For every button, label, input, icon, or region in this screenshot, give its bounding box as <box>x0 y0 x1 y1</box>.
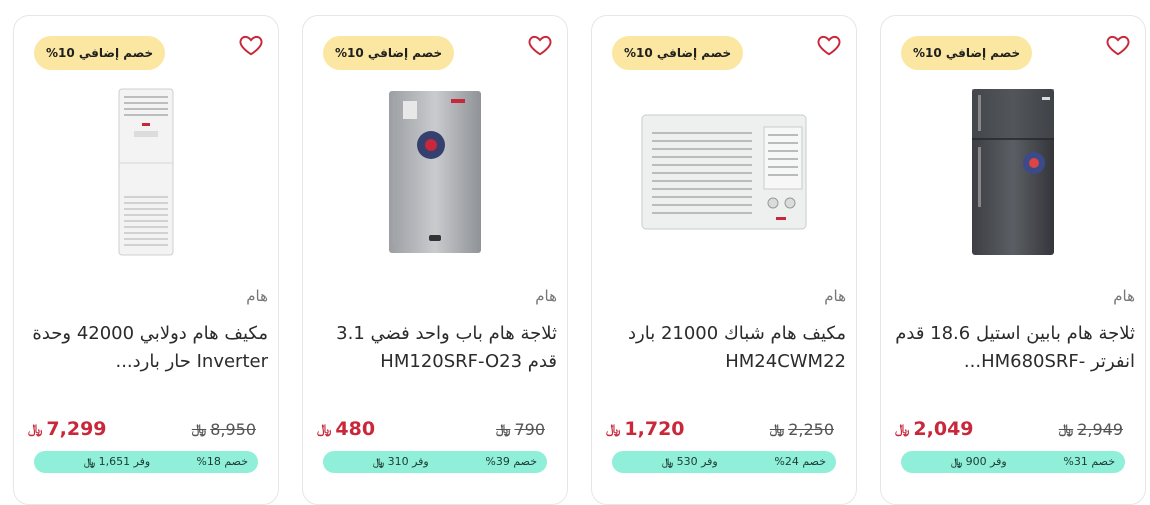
save-amount: وفر 1,651 ﷼ <box>84 451 150 474</box>
savings-bar: خصم 39% وفر 310 ﷼ <box>323 451 547 473</box>
riyal-icon: ﷼ <box>84 457 96 468</box>
extra-discount-badge: خصم إضافي 10% <box>612 36 744 70</box>
extra-discount-badge: خصم إضافي 10% <box>323 36 455 70</box>
current-price: ﷼ 2,049 <box>895 418 974 440</box>
product-image[interactable] <box>14 82 278 262</box>
riyal-icon: ﷼ <box>191 422 207 437</box>
product-card[interactable]: خصم إضافي 10% هام ثلاجة هام بابين استيل … <box>880 15 1146 505</box>
savings-bar: خصم 24% وفر 530 ﷼ <box>612 451 836 473</box>
floor-ac-image <box>118 88 174 256</box>
current-price-value: 7,299 <box>46 418 107 440</box>
riyal-icon: ﷼ <box>28 421 43 437</box>
riyal-icon: ﷼ <box>951 457 963 468</box>
savings-bar: خصم 31% وفر 900 ﷼ <box>901 451 1125 473</box>
extra-discount-badge: خصم إضافي 10% <box>34 36 166 70</box>
brand-name: هام <box>246 287 268 305</box>
save-amount: وفر 310 ﷼ <box>373 451 429 474</box>
wishlist-heart-icon[interactable] <box>238 32 264 58</box>
wishlist-heart-icon[interactable] <box>1105 32 1131 58</box>
old-price-value: 790 <box>514 420 545 439</box>
product-grid: خصم إضافي 10% هام ثلاجة هام بابين استيل … <box>0 0 1150 505</box>
brand-name: هام <box>535 287 557 305</box>
product-image[interactable] <box>592 82 856 262</box>
fridge-double-door-image <box>972 89 1054 255</box>
product-image[interactable] <box>303 82 567 262</box>
old-price-value: 2,949 <box>1077 420 1123 439</box>
current-price: ﷼ 1,720 <box>606 418 685 440</box>
brand-name: هام <box>824 287 846 305</box>
save-value: 310 <box>387 455 409 468</box>
old-price-value: 8,950 <box>210 420 256 439</box>
product-title[interactable]: مكيف هام شباك 21000 بارد HM24CWM22 <box>602 320 846 376</box>
current-price: ﷼ 480 <box>317 418 375 440</box>
product-card[interactable]: خصم إضافي 10% <box>13 15 279 505</box>
old-price: ﷼ 8,950 <box>192 420 256 439</box>
discount-percent: خصم 39% <box>485 455 537 468</box>
riyal-icon: ﷼ <box>496 422 511 437</box>
old-price-value: 2,250 <box>788 420 834 439</box>
wishlist-heart-icon[interactable] <box>816 32 842 58</box>
window-ac-image <box>641 114 807 230</box>
brand-name: هام <box>1113 287 1135 305</box>
discount-percent: خصم 24% <box>774 455 826 468</box>
riyal-icon: ﷼ <box>769 422 785 437</box>
old-price: ﷼ 2,949 <box>1059 420 1123 439</box>
save-value: 1,651 <box>98 455 131 468</box>
riyal-icon: ﷼ <box>1058 422 1074 437</box>
riyal-icon: ﷼ <box>662 457 674 468</box>
product-image[interactable] <box>881 82 1145 262</box>
save-label: وفر <box>990 455 1007 468</box>
riyal-icon: ﷼ <box>606 421 621 437</box>
wishlist-heart-icon[interactable] <box>527 32 553 58</box>
savings-bar: خصم 18% وفر 1,651 ﷼ <box>34 451 258 473</box>
product-title[interactable]: مكيف هام دولابي 42000 وحدة Inverter حار … <box>24 320 268 376</box>
save-value: 530 <box>676 455 698 468</box>
discount-percent: خصم 18% <box>196 455 248 468</box>
extra-discount-badge: خصم إضافي 10% <box>901 36 1033 70</box>
product-title[interactable]: ثلاجة هام بابين استيل 18.6 قدم انفرتر -H… <box>891 320 1135 376</box>
riyal-icon: ﷼ <box>317 421 332 437</box>
save-label: وفر <box>412 455 429 468</box>
riyal-icon: ﷼ <box>895 421 910 437</box>
current-price-value: 1,720 <box>624 418 685 440</box>
save-amount: وفر 530 ﷼ <box>662 451 718 474</box>
current-price: ﷼ 7,299 <box>28 418 107 440</box>
save-label: وفر <box>701 455 718 468</box>
save-label: وفر <box>133 455 151 468</box>
current-price-value: 480 <box>335 418 376 440</box>
product-title[interactable]: ثلاجة هام باب واحد فضي 3.1 قدم HM120SRF-… <box>313 320 557 376</box>
riyal-icon: ﷼ <box>373 457 385 468</box>
product-card[interactable]: خصم إضافي 10% <box>591 15 857 505</box>
old-price: ﷼ 790 <box>496 420 545 439</box>
save-value: 900 <box>965 455 987 468</box>
discount-percent: خصم 31% <box>1063 455 1115 468</box>
save-amount: وفر 900 ﷼ <box>951 451 1007 474</box>
current-price-value: 2,049 <box>913 418 974 440</box>
product-card[interactable]: خصم إضافي 10% هام ثلاجة هام باب واحد فضي… <box>302 15 568 505</box>
old-price: ﷼ 2,250 <box>770 420 834 439</box>
fridge-single-door-image <box>389 91 481 253</box>
